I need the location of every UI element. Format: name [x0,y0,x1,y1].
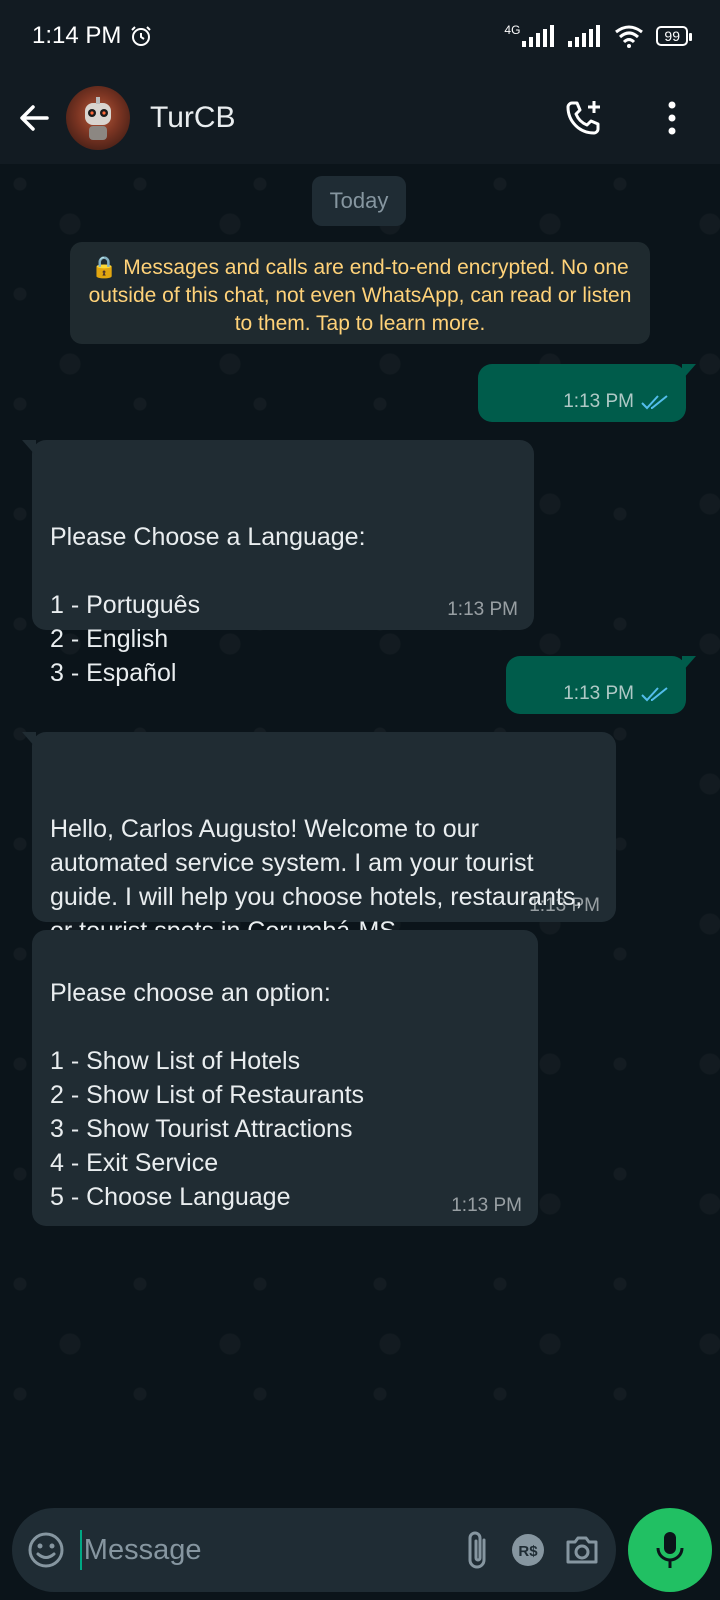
battery-indicator: 99 [656,26,692,46]
emoji-button[interactable] [26,1522,66,1578]
bubble-tail [22,732,36,748]
message-time: 1:13 PM [563,683,634,704]
bubble-tail [22,440,36,456]
more-options-button[interactable] [642,88,702,148]
wifi-icon [615,25,644,48]
back-button[interactable] [4,88,64,148]
message-time: 1:13 PM [451,1195,522,1216]
message-incoming[interactable]: Hello, Carlos Augusto! Welcome to our au… [22,732,616,945]
message-outgoing[interactable]: 2 1:13 PM [506,656,696,763]
message-time: 1:13 PM [529,895,600,916]
robot-avatar-icon [85,97,111,140]
message-input-bar: R$ [12,1508,616,1592]
message-incoming[interactable]: Please Choose a Language: 1 - Português … [22,440,534,687]
attach-button[interactable] [461,1522,494,1578]
camera-button[interactable] [562,1522,602,1578]
message-meta: 1:13 PM [447,600,518,620]
bubble-tail [682,364,696,380]
status-time-group: 1:14 PM [32,22,153,50]
microphone-icon [656,1532,684,1568]
message-time: 1:13 PM [447,599,518,620]
message-incoming[interactable]: Please choose an option: 1 - Show List o… [32,930,538,1226]
status-bar: 1:14 PM 4G 99 [0,0,720,72]
add-call-icon [566,101,600,135]
emoji-icon [28,1532,64,1568]
camera-icon [566,1536,598,1564]
network-type: 4G [504,23,521,37]
message-outgoing[interactable]: Olá 1:13 PM [478,364,696,471]
message-meta: 1:13 PM [563,684,670,704]
contact-name[interactable]: TurCB [150,101,554,135]
bubble-tail [682,656,696,672]
message-meta: 1:13 PM [529,896,600,916]
encryption-notice[interactable]: 🔒 Messages and calls are end-to-end encr… [70,242,650,344]
more-vertical-icon [668,101,676,135]
message-meta: 1:13 PM [451,1196,522,1216]
add-call-button[interactable] [554,88,614,148]
date-chip: Today [312,176,406,226]
avatar[interactable] [66,86,130,150]
paperclip-icon [468,1531,486,1569]
signal-icon-2 [568,25,601,47]
alarm-icon [131,26,152,46]
status-indicators: 4G 99 [504,23,692,48]
status-time: 1:14 PM [32,22,122,49]
svg-text:R$: R$ [518,1543,538,1560]
read-ticks-icon [641,687,668,702]
payment-rs-icon: R$ [512,1534,544,1566]
read-ticks-icon [641,395,668,410]
payment-button[interactable]: R$ [508,1522,548,1578]
chat-area[interactable]: Today 🔒 Messages and calls are end-to-en… [0,164,720,1472]
arrow-left-icon [20,105,49,131]
chat-header: TurCB [0,72,720,164]
message-input[interactable] [81,1533,461,1567]
voice-message-button[interactable] [628,1508,712,1592]
message-time: 1:13 PM [563,391,634,412]
message-text: Hello, Carlos Augusto! Welcome to our au… [50,815,583,945]
message-meta: 1:13 PM [563,392,670,412]
message-text: Please Choose a Language: 1 - Português … [50,523,366,687]
signal-icon [522,25,555,47]
message-text: Please choose an option: 1 - Show List o… [50,979,365,1211]
